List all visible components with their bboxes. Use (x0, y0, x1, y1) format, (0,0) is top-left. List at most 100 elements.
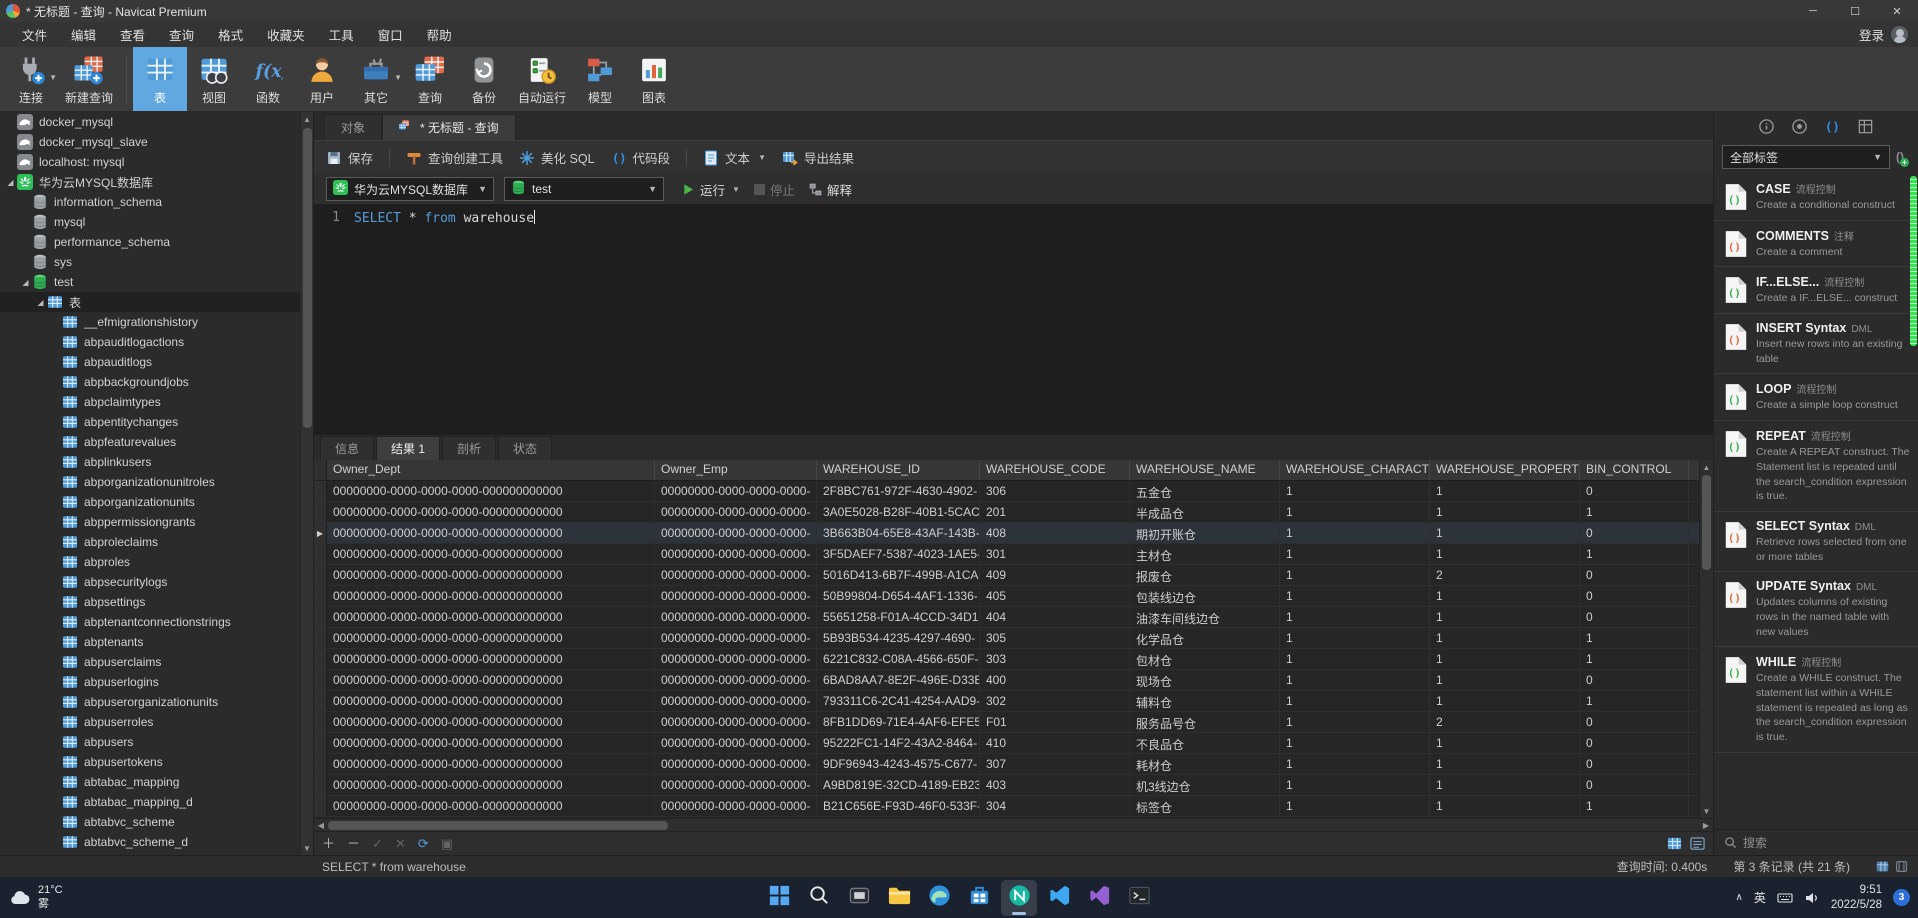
cell-WAREHOUSE_PROPERTY[interactable]: 1 (1430, 775, 1580, 795)
snippet-item-LOOP[interactable]: () LOOP 流程控制 Create a simple loop construct (1714, 374, 1918, 422)
menu-item-格式[interactable]: 格式 (206, 22, 255, 47)
column-header-WAREHOUSE_CODE[interactable]: WAREHOUSE_CODE (980, 460, 1130, 480)
row-selector[interactable] (314, 544, 327, 564)
cell-BIN_CONTROL[interactable]: 1 (1580, 649, 1689, 669)
menu-item-文件[interactable]: 文件 (10, 22, 59, 47)
cell-BIN_CONTROL[interactable]: 1 (1580, 544, 1689, 564)
row-selector[interactable] (314, 733, 327, 753)
expand-triangle-icon[interactable]: ◢ (34, 298, 47, 307)
tag-filter-select[interactable]: 全部标签 ▼ (1722, 145, 1890, 169)
cell-WAREHOUSE_ID[interactable]: B21C656E-F93D-46F0-533F- (817, 796, 980, 816)
row-selector[interactable] (314, 670, 327, 690)
cell-WAREHOUSE_PROPERTY[interactable]: 1 (1430, 691, 1580, 711)
cell-BIN_CONTROL[interactable]: 1 (1580, 502, 1689, 522)
tree-item[interactable]: mysql (0, 212, 300, 232)
row-selector[interactable] (314, 586, 327, 606)
cell-Owner_Dept[interactable]: 00000000-0000-0000-0000-000000000000 (327, 796, 655, 816)
cell-BIN_CONTROL[interactable]: 1 (1580, 628, 1689, 648)
tree-item[interactable]: abpuserclaims (0, 652, 300, 672)
query-toolbar-文本[interactable]: 文本 ▼ (703, 148, 766, 167)
tree-item[interactable]: abpclaimtypes (0, 392, 300, 412)
minimize-button[interactable]: ─ (1792, 0, 1834, 22)
expand-triangle-icon[interactable]: ◢ (19, 278, 32, 287)
snippet-item-REPEAT[interactable]: () REPEAT 流程控制 Create A REPEAT construct. T… (1714, 421, 1918, 512)
cell-WAREHOUSE_NAME[interactable]: 包装线边仓 (1130, 586, 1280, 606)
cell-WAREHOUSE_CODE[interactable]: 405 (980, 586, 1130, 606)
cell-Owner_Dept[interactable]: 00000000-0000-0000-0000-000000000000 (327, 481, 655, 501)
h-scrollbar-thumb[interactable] (328, 820, 668, 830)
row-selector[interactable] (314, 607, 327, 627)
table-row[interactable]: 00000000-0000-0000-0000-000000000000 0000… (314, 775, 1699, 796)
tree-item[interactable]: abplinkusers (0, 452, 300, 472)
cell-WAREHOUSE_PROPERTY[interactable]: 1 (1430, 544, 1580, 564)
cell-WAREHOUSE_ID[interactable]: 6BAD8AA7-8E2F-496E-D33E (817, 670, 980, 690)
grid-panel-icon[interactable] (1857, 118, 1874, 135)
cell-WAREHOUSE_ID[interactable]: 9DF96943-4243-4575-C677- (817, 754, 980, 774)
toolbar-button-view[interactable]: 视图 (187, 47, 241, 111)
cell-WAREHOUSE_ID[interactable]: 3F5DAEF7-5387-4023-1AE5- (817, 544, 980, 564)
toolbar-button-automation[interactable]: 自动运行 (511, 47, 573, 111)
cell-Owner_Emp[interactable]: 00000000-0000-0000-0000- (655, 481, 817, 501)
cell-WAREHOUSE_CHARACTE[interactable]: 1 (1280, 754, 1430, 774)
cell-WAREHOUSE_NAME[interactable]: 五金仓 (1130, 481, 1280, 501)
row-selector[interactable] (314, 502, 327, 522)
cell-WAREHOUSE_ID[interactable]: 8FB1DD69-71E4-4AF6-EFE5- (817, 712, 980, 732)
row-selector[interactable] (314, 712, 327, 732)
table-row[interactable]: 00000000-0000-0000-0000-000000000000 0000… (314, 670, 1699, 691)
cell-WAREHOUSE_CHARACTE[interactable]: 1 (1280, 733, 1430, 753)
table-row[interactable]: 00000000-0000-0000-0000-000000000000 0000… (314, 796, 1699, 817)
row-selector[interactable] (314, 691, 327, 711)
column-header-WAREHOUSE_NAME[interactable]: WAREHOUSE_NAME (1130, 460, 1280, 480)
snippet-item-IF...ELSE...[interactable]: () IF...ELSE... 流程控制 Create a IF...ELSE... … (1714, 267, 1918, 315)
cell-WAREHOUSE_PROPERTY[interactable]: 1 (1430, 481, 1580, 501)
tree-scrollbar-thumb[interactable] (302, 128, 312, 428)
cell-WAREHOUSE_CODE[interactable]: 304 (980, 796, 1130, 816)
notification-badge[interactable]: 3 (1893, 889, 1910, 906)
taskbar-app-task-view[interactable] (841, 880, 877, 916)
table-row[interactable]: 00000000-0000-0000-0000-000000000000 0000… (314, 544, 1699, 565)
tree-item[interactable]: abpsecuritylogs (0, 572, 300, 592)
tree-item[interactable]: performance_schema (0, 232, 300, 252)
cell-WAREHOUSE_ID[interactable]: 95222FC1-14F2-43A2-8464- (817, 733, 980, 753)
cell-WAREHOUSE_NAME[interactable]: 化学品仓 (1130, 628, 1280, 648)
cell-WAREHOUSE_CHARACTE[interactable]: 1 (1280, 649, 1430, 669)
table-row[interactable]: 00000000-0000-0000-0000-000000000000 0000… (314, 607, 1699, 628)
tree-item[interactable]: abtabac_mapping_d (0, 792, 300, 812)
row-selector[interactable] (314, 649, 327, 669)
cell-Owner_Dept[interactable]: 00000000-0000-0000-0000-000000000000 (327, 586, 655, 606)
tree-item[interactable]: abporganizationunitroles (0, 472, 300, 492)
cell-Owner_Emp[interactable]: 00000000-0000-0000-0000- (655, 775, 817, 795)
taskbar-app-file-explorer[interactable] (881, 880, 917, 916)
cell-Owner_Dept[interactable]: 00000000-0000-0000-0000-000000000000 (327, 544, 655, 564)
tree-item[interactable]: __efmigrationshistory (0, 312, 300, 332)
menu-item-编辑[interactable]: 编辑 (59, 22, 108, 47)
grid-vertical-scrollbar[interactable]: ▲ ▼ (1699, 460, 1713, 818)
scroll-up-icon[interactable]: ▲ (303, 112, 311, 126)
cell-WAREHOUSE_NAME[interactable]: 报废仓 (1130, 565, 1280, 585)
cell-WAREHOUSE_NAME[interactable]: 现场仓 (1130, 670, 1280, 690)
taskbar-app-terminal[interactable] (1121, 880, 1157, 916)
tree-item[interactable]: localhost: mysql (0, 152, 300, 172)
table-row[interactable]: 00000000-0000-0000-0000-000000000000 0000… (314, 481, 1699, 502)
tree-item[interactable]: information_schema (0, 192, 300, 212)
cell-Owner_Dept[interactable]: 00000000-0000-0000-0000-000000000000 (327, 523, 655, 543)
cell-BIN_CONTROL[interactable]: 1 (1580, 796, 1689, 816)
code-snippet-icon[interactable]: () (1824, 118, 1841, 135)
row-selector[interactable] (314, 754, 327, 774)
cell-Owner_Emp[interactable]: 00000000-0000-0000-0000- (655, 754, 817, 774)
result-tab-结果 1[interactable]: 结果 1 (376, 436, 441, 460)
scroll-up-icon[interactable]: ▲ (1703, 460, 1711, 474)
cell-WAREHOUSE_ID[interactable]: 3B663B04-65E8-43AF-143B- (817, 523, 980, 543)
column-header-Owner_Emp[interactable]: Owner_Emp (655, 460, 817, 480)
ime-indicator[interactable]: 英 (1754, 889, 1766, 906)
toolbar-button-function[interactable]: f(x) 函数 (241, 47, 295, 111)
snippet-item-UPDATE Syntax[interactable]: () UPDATE Syntax DML Updates columns of exi… (1714, 572, 1918, 648)
column-header-WAREHOUSE_ID[interactable]: WAREHOUSE_ID (817, 460, 980, 480)
explain-button[interactable]: 解释 (809, 180, 852, 199)
sql-code[interactable]: SELECT * from warehouse (348, 204, 536, 434)
tree-item[interactable]: abpentitychanges (0, 412, 300, 432)
table-row[interactable]: 00000000-0000-0000-0000-000000000000 0000… (314, 691, 1699, 712)
scroll-down-icon[interactable]: ▼ (303, 841, 311, 855)
cell-WAREHOUSE_PROPERTY[interactable]: 1 (1430, 607, 1580, 627)
cell-WAREHOUSE_PROPERTY[interactable]: 1 (1430, 670, 1580, 690)
